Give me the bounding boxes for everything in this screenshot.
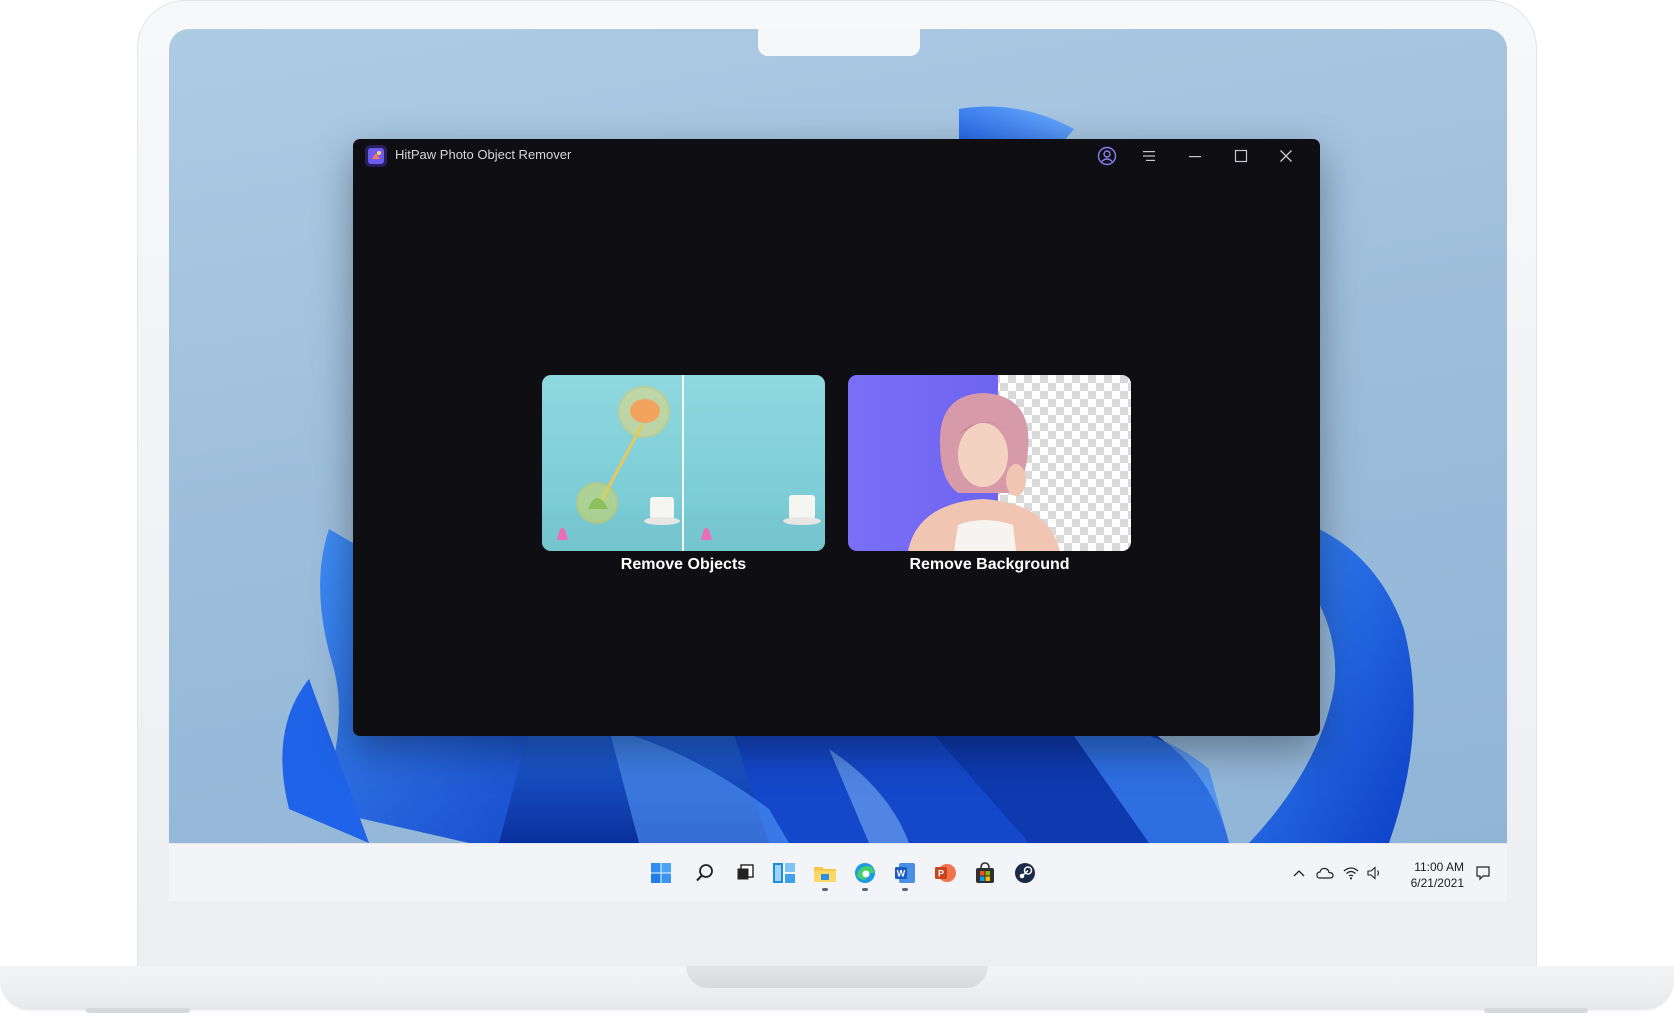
minimize-icon	[1189, 156, 1201, 158]
close-icon	[1280, 150, 1292, 162]
windows-start-icon	[651, 863, 671, 883]
running-indicator	[862, 888, 868, 891]
clock-date: 6/21/2021	[1410, 876, 1464, 890]
maximize-button[interactable]	[1226, 142, 1256, 170]
word-icon: W	[895, 863, 915, 883]
wifi-icon	[1343, 867, 1359, 880]
edge-browser-button[interactable]	[850, 858, 880, 891]
taskbar-clock[interactable]: 11:00 AM 6/21/2021	[1394, 859, 1464, 891]
steam-button[interactable]	[1010, 858, 1040, 888]
notifications-button[interactable]	[1473, 864, 1493, 882]
widgets-button[interactable]	[769, 858, 799, 888]
clock-time: 11:00 AM	[1414, 860, 1464, 874]
notification-center-icon	[1476, 866, 1490, 881]
camera-notch	[758, 29, 920, 56]
close-button[interactable]	[1271, 142, 1301, 170]
remove-objects-label[interactable]: Remove Objects	[542, 556, 825, 574]
file-explorer-button[interactable]	[810, 858, 840, 891]
running-indicator	[822, 888, 828, 891]
volume-icon	[1367, 866, 1380, 880]
edge-browser-icon	[855, 863, 875, 883]
remove-background-thumbnail	[848, 375, 1131, 551]
maximize-icon	[1234, 149, 1248, 163]
laptop-foot-right	[1484, 1008, 1588, 1013]
powerpoint-icon: P	[935, 864, 956, 882]
svg-text:P: P	[938, 869, 944, 879]
volume-button[interactable]	[1365, 864, 1385, 882]
remove-background-card[interactable]	[848, 375, 1131, 551]
account-button[interactable]	[1092, 142, 1122, 170]
onedrive-button[interactable]	[1315, 864, 1335, 882]
user-account-icon	[1097, 146, 1117, 166]
word-button[interactable]: W	[890, 858, 920, 891]
minimize-button[interactable]	[1180, 142, 1210, 170]
app-title: HitPaw Photo Object Remover	[395, 147, 572, 162]
file-explorer-icon	[814, 867, 836, 882]
store-icon	[976, 862, 994, 883]
laptop-opening-groove	[686, 966, 988, 988]
task-view-icon	[737, 864, 754, 880]
hamburger-menu-icon	[1143, 151, 1155, 161]
show-hidden-icons-button[interactable]	[1289, 864, 1309, 882]
store-button[interactable]	[970, 858, 1000, 888]
network-button[interactable]	[1341, 864, 1361, 882]
task-view-button[interactable]	[730, 858, 760, 888]
laptop-foot-left	[86, 1008, 190, 1013]
chevron-up-icon	[1293, 870, 1305, 877]
search-button[interactable]	[690, 858, 720, 888]
taskbar: W P 11:00 AM 6/21/2021	[169, 843, 1507, 901]
svg-text:W: W	[897, 869, 906, 879]
menu-button[interactable]	[1134, 142, 1164, 170]
widgets-icon	[773, 863, 795, 883]
start-button[interactable]	[646, 858, 676, 888]
onedrive-cloud-icon	[1316, 867, 1334, 879]
laptop-screen: HitPaw Photo Object Remover Remove Objec…	[169, 29, 1507, 901]
remove-objects-card[interactable]	[542, 375, 825, 551]
remove-objects-thumbnail	[542, 375, 825, 551]
powerpoint-button[interactable]: P	[930, 858, 960, 888]
hitpaw-logo-icon	[365, 145, 387, 167]
steam-icon	[1015, 863, 1035, 883]
search-icon	[696, 864, 713, 882]
app-window: HitPaw Photo Object Remover Remove Objec…	[353, 139, 1320, 736]
remove-background-label[interactable]: Remove Background	[848, 556, 1131, 574]
running-indicator	[902, 888, 908, 891]
title-bar[interactable]: HitPaw Photo Object Remover	[353, 139, 1320, 172]
